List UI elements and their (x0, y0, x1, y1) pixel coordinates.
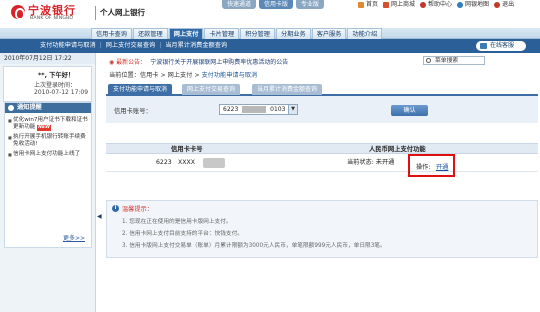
tab-credit-card-version[interactable]: 信用卡版 (259, 0, 294, 9)
user-info-box: **, 下午好！ 上次登录时间： 2010-07-12 17:09 (3, 66, 92, 102)
tab-monthly-amount[interactable]: 当月累计消费金额查询 (252, 84, 323, 95)
notice-header: 通知提醒 (5, 103, 91, 113)
main-content: ◉ 最新公告： 宁波银行关于开展银联网上申购费率优惠活动的公告 菜单搜索 当前位置… (103, 53, 540, 312)
nav-customer-service[interactable]: 客户服务 (311, 28, 347, 39)
current-datetime: 2010年07月12日 17:22 (0, 53, 95, 64)
nav-installment[interactable]: 分期业务 (275, 28, 311, 39)
subnav-monthly-amount[interactable]: 当月累计消费金额查询 (161, 39, 231, 53)
tips-panel: i 温馨提示： 1. 您现在正在使用的是信用卡版网上支付。 2. 信用卡网上支付… (106, 200, 538, 258)
card-number-mid: XXXX (178, 159, 195, 166)
greeting: **, 下午好！ (38, 72, 75, 79)
logo-divider (95, 6, 96, 20)
site-subtitle: 个人网上银行 (100, 8, 145, 17)
tip-line: 1. 您现在正在使用的是信用卡版网上支付。 (122, 219, 232, 225)
header: 宁波银行 BANK OF NINGBO 个人网上银行 快速通道 信用卡版 专业版… (0, 0, 540, 30)
current-status: 当前状态: 未开通 (347, 159, 395, 166)
notice-item[interactable]: 优化win7用户证书下载和证书更新功能 NEW (8, 117, 88, 131)
table-header: 信用卡卡号 人民币网上支付功能 (106, 143, 538, 154)
globe-icon (457, 1, 464, 8)
nav-online-payment[interactable]: 网上支付 (168, 28, 204, 39)
tab-professional-version[interactable]: 专业版 (296, 0, 325, 9)
masked-digits (242, 106, 267, 113)
speaker-icon: ◉ (109, 59, 115, 66)
sitemap-link[interactable]: 网银地图 (457, 0, 489, 9)
online-service-button[interactable]: 在线客服 (476, 41, 526, 51)
tab-apply-cancel[interactable]: 支付功能申请与取消 (108, 84, 173, 95)
help-link[interactable]: 帮助中心 (420, 0, 452, 9)
activate-link[interactable]: 开通 (436, 162, 448, 171)
main-nav: 信用卡查询 还款管理 网上支付 卡片管理 积分管理 分期业务 客户服务 功能介绍… (0, 28, 540, 53)
nav-points[interactable]: 积分管理 (240, 28, 275, 39)
version-tabs: 快速通道 信用卡版 专业版 (222, 0, 327, 9)
subnav-transaction-query[interactable]: 网上支付交易查询 (102, 39, 160, 53)
info-icon: i (112, 205, 119, 212)
table-row: 6223 XXXX 当前状态: 未开通 操作: 开通 (106, 154, 538, 177)
bank-logo-icon (11, 5, 25, 19)
tab-transaction-query[interactable]: 网上支付交易查询 (182, 84, 241, 95)
tip-line: 2. 信用卡网上支付目前支持的平台：快钱支付。 (122, 231, 243, 237)
last-login-value: 2010-07-12 17:09 (34, 89, 89, 96)
content-tabs: 支付功能申请与取消 网上支付交易查询 当月累计消费金额查询 (106, 83, 538, 96)
help-icon (420, 1, 427, 8)
new-badge: NEW (37, 125, 51, 131)
tab-quick-channel[interactable]: 快速通道 (222, 0, 257, 9)
cart-icon (383, 1, 390, 8)
operation-label: 操作: (416, 164, 431, 171)
announcement: ◉ 最新公告： 宁波银行关于开展银联网上申购费率优惠活动的公告 (109, 59, 289, 66)
more-notices-link[interactable]: 更多>> (63, 233, 85, 242)
search-icon (426, 58, 431, 63)
chat-icon (480, 43, 487, 49)
power-icon (494, 1, 501, 8)
bell-icon (8, 105, 14, 111)
sidebar: 2010年07月12日 17:22 **, 下午好！ 上次登录时间： 2010-… (0, 53, 102, 312)
breadcrumb-current: 支付功能申请与取消 (201, 72, 258, 79)
card-account-select[interactable]: 6223 0103 ▼ (219, 104, 298, 115)
operation-highlight: 操作: 开通 (408, 154, 455, 177)
home-link[interactable]: 首页 (358, 0, 378, 9)
notice-item[interactable]: 执行开展手机银行转账手续费免收活动! (8, 134, 88, 148)
home-icon (358, 1, 364, 8)
nav-card-query[interactable]: 信用卡查询 (91, 28, 132, 39)
notice-panel: 通知提醒 优化win7用户证书下载和证书更新功能 NEW 执行开展手机银行转账手… (4, 102, 92, 248)
query-form: 信用卡账号： 6223 0103 ▼ 确认 (106, 96, 538, 123)
confirm-button[interactable]: 确认 (391, 105, 428, 116)
subnav-apply-cancel[interactable]: 支付功能申请与取消 (36, 39, 100, 53)
masked-card-digits (203, 158, 225, 168)
logo-en-text: BANK OF NINGBO (30, 16, 74, 21)
announcement-link[interactable]: 宁波银行关于开展银联网上申购费率优惠活动的公告 (150, 59, 288, 66)
tips-title: 温馨提示： (122, 206, 153, 213)
nav-card-management[interactable]: 卡片管理 (204, 28, 240, 39)
payment-function-table: 信用卡卡号 人民币网上支付功能 6223 XXXX 当前状态: 未开通 操作: … (106, 143, 538, 177)
account-label: 信用卡账号： (114, 108, 152, 115)
tip-line: 3. 信用卡版网上支付交易单（账单）月累计限额为3000元人民币，单笔限额999… (122, 243, 386, 249)
mall-link[interactable]: 网上商城 (383, 0, 415, 9)
menu-search-input[interactable]: 菜单搜索 (423, 56, 485, 65)
notice-item[interactable]: 信用卡网上支付功能上线了 (8, 151, 88, 158)
top-links: 首页 网上商城 帮助中心 网银地图 退出 (358, 0, 519, 9)
logout-link[interactable]: 退出 (494, 0, 514, 9)
nav-feature-intro[interactable]: 功能介绍 (347, 28, 383, 39)
last-login-label: 上次登录时间： (34, 82, 77, 89)
breadcrumb: 当前位置：信用卡 > 网上支付 > 支付功能申请与取消 (109, 72, 258, 79)
card-number-prefix: 6223 (156, 159, 172, 166)
chevron-down-icon: ▼ (288, 105, 297, 114)
collapse-sidebar-icon[interactable]: ◀ (97, 213, 102, 220)
nav-repayment[interactable]: 还款管理 (132, 28, 168, 39)
